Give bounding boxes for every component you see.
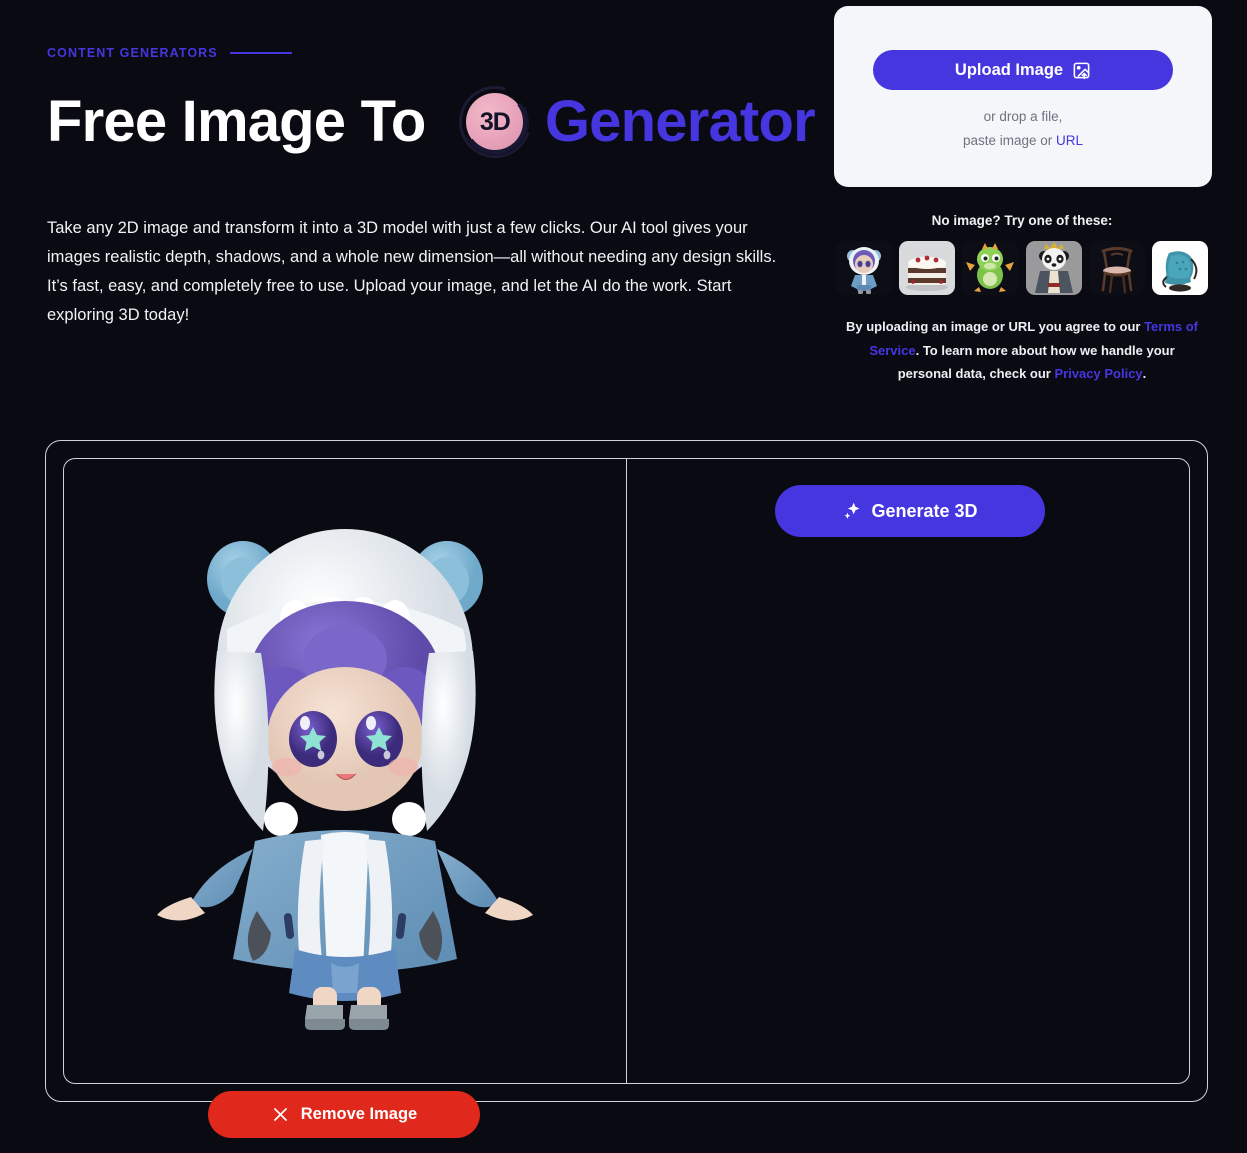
sample-thumb-teal-armchair[interactable] [1151,241,1208,295]
upload-image-button[interactable]: Upload Image [873,50,1173,90]
hero-section: CONTENT GENERATORS Free Image To 3D Gene… [0,0,1247,386]
legal-prefix: By uploading an image or URL you agree t… [845,319,1145,334]
upload-dropzone-card[interactable]: Upload Image or drop a file, paste image… [834,6,1212,187]
workspace-panel [45,440,1208,1102]
legal-disclaimer: By uploading an image or URL you agree t… [842,315,1202,386]
layer-cake-icon [899,241,956,295]
logo-3d-badge-icon: 3D [446,73,544,171]
panda-king-icon [1025,241,1082,295]
page-title: Free Image To 3D Generator [47,73,833,171]
eyebrow-label: CONTENT GENERATORS [47,46,218,60]
legal-suffix: . [1142,366,1147,381]
upload-image-button-label: Upload Image [954,60,1064,79]
close-x-icon [273,1108,287,1121]
page-root: CONTENT GENERATORS Free Image To 3D Gene… [0,0,1247,1153]
sample-thumb-wooden-chair[interactable] [1088,241,1145,295]
remove-image-button-label: Remove Image [300,1105,418,1123]
sample-thumb-layer-cake[interactable] [899,241,956,295]
eyebrow-rule-divider [229,52,292,54]
page-title-accent: Generator [544,88,816,154]
paste-url-prefix: paste image or [962,133,1057,148]
breadcrumb: CONTENT GENERATORS [47,46,833,60]
paste-url-hint: paste image or URL [963,133,1083,148]
image-upload-icon [1073,62,1090,79]
sample-images-label: No image? Try one of these: [931,213,1113,228]
wooden-chair-icon [1088,241,1145,295]
uploaded-image-preview [157,529,533,1030]
chibi-hooded-character-icon [836,241,892,295]
sample-thumb-panda-king[interactable] [1025,241,1082,295]
sample-thumb-green-dragon[interactable] [962,241,1019,295]
sample-thumb-chibi-hooded-character[interactable] [836,241,892,295]
privacy-policy-link[interactable]: Privacy Policy [1054,366,1142,381]
hero-left-column: CONTENT GENERATORS Free Image To 3D Gene… [0,0,833,330]
url-link[interactable]: URL [1056,133,1083,148]
teal-armchair-icon [1151,241,1208,295]
hero-right-column: Upload Image or drop a file, paste image… [833,0,1247,386]
model-result-pane[interactable] [626,458,1190,1084]
sample-images-row [833,241,1211,295]
remove-image-button[interactable]: Remove Image [208,1091,480,1138]
page-description: Take any 2D image and transform it into … [47,219,777,324]
image-preview-pane[interactable] [63,458,626,1084]
green-dragon-icon [962,241,1019,295]
page-title-part1: Free Image To [47,88,441,154]
generate-3d-button-label: Generate 3D [871,500,978,521]
drop-file-hint: or drop a file, [983,109,1063,124]
sparkle-icon [844,502,860,519]
generate-3d-button[interactable]: Generate 3D [775,485,1045,537]
